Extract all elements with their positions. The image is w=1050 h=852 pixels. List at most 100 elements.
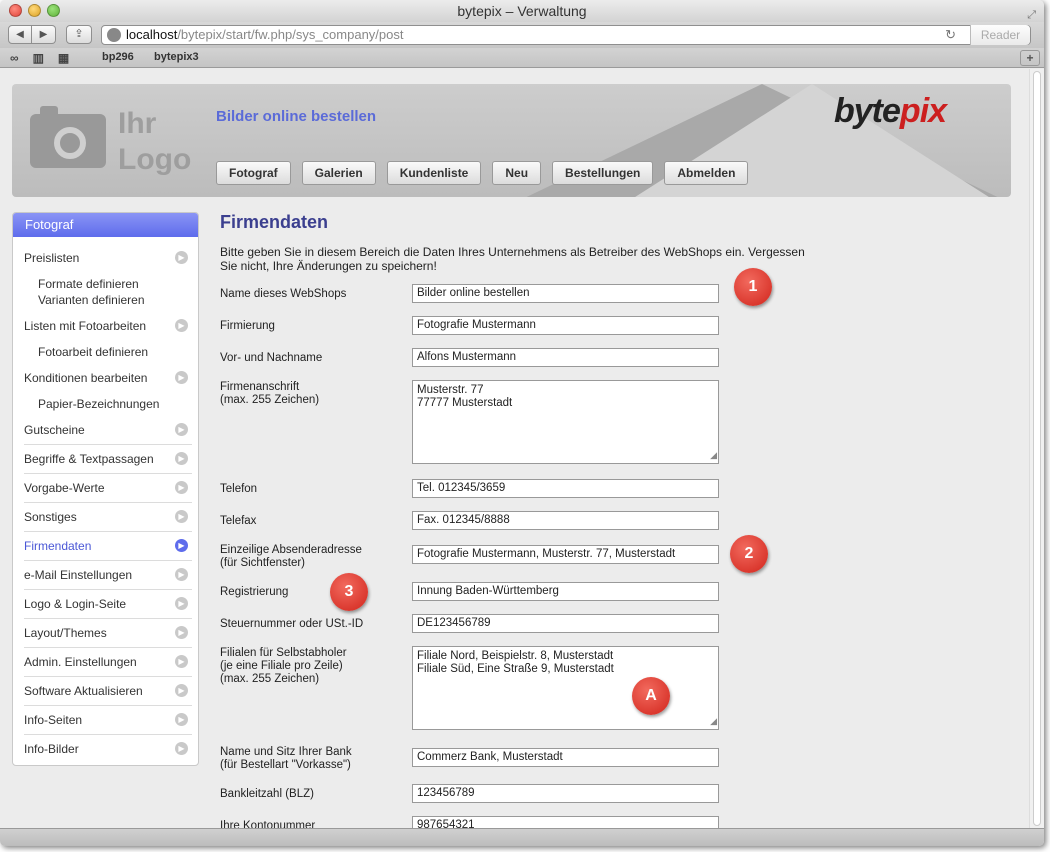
sidebar-item-label: Vorgabe-Werte [24,481,105,495]
page-viewport: Ihr Logo Bilder online bestellen bytepix… [0,69,1044,828]
sidebar-item-label: Sonstiges [24,510,77,524]
sidebar-subitem-formate[interactable]: Formate definieren [38,277,139,291]
chevron-right-icon: ▶ [175,597,188,610]
chevron-right-icon: ▶ [175,481,188,494]
textarea-value: Filiale Nord, Beispielstr. 8, Musterstad… [417,650,614,675]
sender-address-input[interactable]: Fotografie Mustermann, Musterstr. 77, Mu… [412,545,719,564]
fax-input[interactable]: Fax. 012345/8888 [412,511,719,530]
sidebar-item-label: Layout/Themes [24,626,107,640]
nav-abmelden[interactable]: Abmelden [664,161,749,185]
sidebar: Fotograf Preislisten ▶ Formate definieren… [12,212,199,766]
chevron-right-icon: ▶ [175,713,188,726]
resize-grip-icon[interactable]: ◢ [710,715,717,728]
top-sites-grid-icon[interactable]: ▦ [58,51,69,65]
divider [24,647,192,648]
sidebar-item-label: e-Mail Einstellungen [24,568,133,582]
divider [24,502,192,503]
blz-input[interactable]: 123456789 [412,784,719,803]
chevron-right-icon: ▶ [175,742,188,755]
registration-input[interactable]: Innung Baden-Württemberg [412,582,719,601]
url-path: /bytepix/start/fw.php/sys_company/post [177,27,404,42]
title-bar: bytepix – Verwaltung ⤢ [0,0,1044,22]
chevron-right-icon: ▶ [175,539,188,552]
chevron-right-icon: ▶ [175,423,188,436]
chevron-right-icon: ▶ [175,251,188,264]
name-input[interactable]: Alfons Mustermann [412,348,719,367]
phone-input[interactable]: Tel. 012345/3659 [412,479,719,498]
reload-icon[interactable]: ↻ [945,26,956,44]
nav-kundenliste[interactable]: Kundenliste [386,161,482,185]
sidebar-subitem-varianten[interactable]: Varianten definieren [38,293,145,307]
field-label: Name dieses WebShops [220,288,347,300]
reading-list-icon[interactable]: ∞ [10,51,19,65]
bookmark-item[interactable]: bp296 [102,51,134,63]
branches-textarea[interactable]: Filiale Nord, Beispielstr. 8, Musterstad… [412,646,719,730]
nav-neu[interactable]: Neu [492,161,542,185]
divider [24,473,192,474]
shop-name-input[interactable]: Bilder online bestellen [412,284,719,303]
sidebar-item-label: Listen mit Fotoarbeiten [24,319,147,333]
vertical-scrollbar[interactable] [1029,69,1044,828]
sidebar-subitem-papier[interactable]: Papier-Bezeichnungen [38,397,159,411]
divider [24,560,192,561]
chevron-right-icon: ▶ [175,684,188,697]
scrollbar-thumb[interactable] [1033,71,1041,826]
reader-button[interactable]: Reader [970,25,1030,45]
back-button[interactable]: ◀ [8,25,32,44]
sidebar-subitem-fotoarbeit[interactable]: Fotoarbeit definieren [38,345,148,359]
bank-input[interactable]: Commerz Bank, Musterstadt [412,748,719,767]
new-tab-plus-icon[interactable]: + [1020,50,1040,66]
annotation-badge: 3 [330,573,368,611]
divider [24,676,192,677]
field-label: Ihre Kontonummer [220,820,316,828]
brand-logo: bytepix [834,92,947,131]
chevron-right-icon: ▶ [175,510,188,523]
account-number-input[interactable]: 987654321 [412,816,719,828]
share-button[interactable]: ⇪ [66,25,92,44]
bookmarks-book-icon[interactable]: ▥ [33,51,44,65]
resize-grip-icon[interactable]: ◢ [710,449,717,462]
divider [24,444,192,445]
tax-id-input[interactable]: DE123456789 [412,614,719,633]
zoom-window-icon[interactable] [47,4,60,17]
textarea-value: Musterstr. 77 77777 Musterstadt [417,384,513,409]
minimize-window-icon[interactable] [28,4,41,17]
bookmark-item[interactable]: bytepix3 [154,51,199,63]
address-bar[interactable]: localhost/bytepix/start/fw.php/sys_compa… [101,25,1031,45]
chevron-right-icon: ▶ [175,452,188,465]
address-textarea[interactable]: Musterstr. 77 77777 Musterstadt ◢ [412,380,719,464]
chevron-right-icon: ▶ [175,371,188,384]
sidebar-item-label: Preislisten [24,251,80,265]
field-label: Firmierung [220,320,275,332]
field-label: Telefon [220,483,258,495]
divider [24,618,192,619]
sidebar-item-label: Gutscheine [24,423,85,437]
brand-part1: byte [834,92,901,130]
page-title: Firmendaten [220,212,329,232]
logo-line1: Ihr [118,107,157,140]
close-window-icon[interactable] [9,4,22,17]
sidebar-item-label: Admin. Einstellungen [24,655,137,669]
status-bar [0,828,1044,846]
nav-fotograf[interactable]: Fotograf [216,161,291,185]
intro-text: Bitte geben Sie in diesem Bereich die Da… [220,245,805,273]
annotation-badge: 2 [730,535,768,573]
bookmarks-bar: ∞ ▥ ▦ bp296 bytepix3 + [0,48,1044,68]
field-label: Bankleitzahl (BLZ) [220,788,314,800]
nav-galerien[interactable]: Galerien [301,161,376,185]
top-navigation: Fotograf Galerien Kundenliste Neu Bestel… [216,161,749,185]
divider [24,705,192,706]
placeholder-logo: Ihr Logo [118,106,191,178]
field-label: Einzeilige Absenderadresse (für Sichtfen… [220,544,362,569]
annotation-badge: A [632,677,670,715]
field-label: Steuernummer oder USt.-ID [220,618,364,630]
field-label: Name und Sitz Ihrer Bank (für Bestellart… [220,746,352,771]
nav-bestellungen[interactable]: Bestellungen [552,161,654,185]
divider [24,531,192,532]
sidebar-item-label: Konditionen bearbeiten [24,371,148,385]
field-label: Vor- und Nachname [220,352,323,364]
window-controls [9,4,60,17]
forward-button[interactable]: ▶ [32,25,56,44]
browser-window: bytepix – Verwaltung ⤢ ◀ ▶ ⇪ localhost/b… [0,0,1044,846]
firmierung-input[interactable]: Fotografie Mustermann [412,316,719,335]
